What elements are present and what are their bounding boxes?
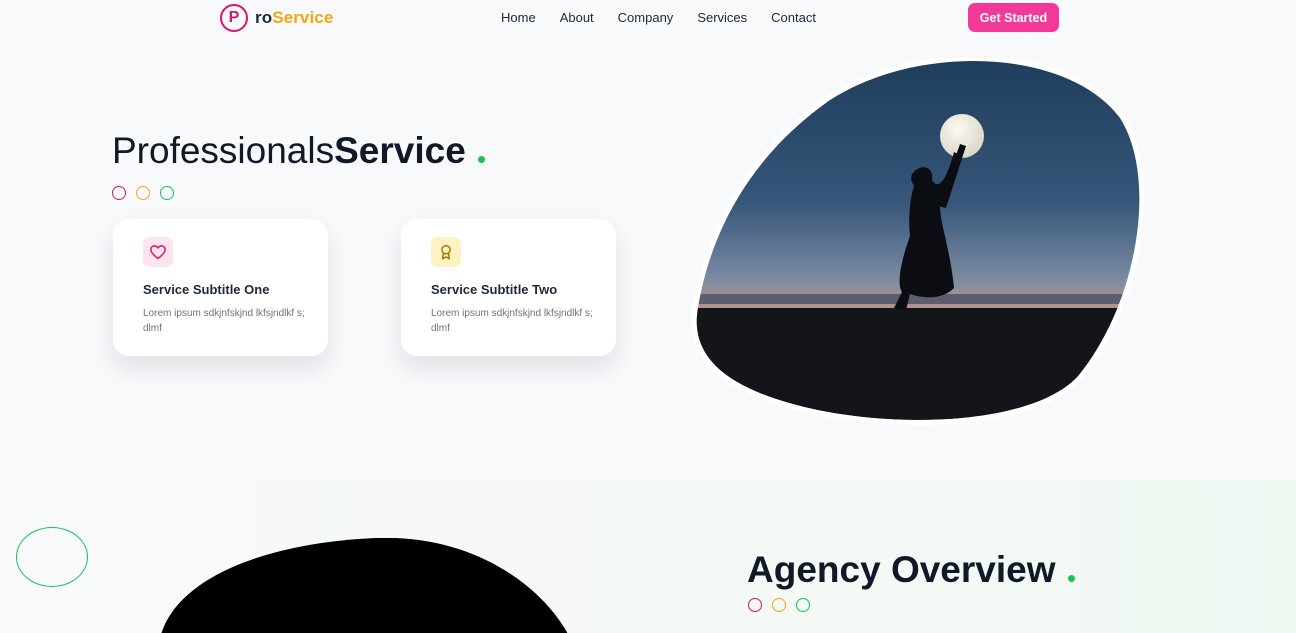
- nav-link-services[interactable]: Services: [697, 10, 747, 25]
- card-description: Lorem ipsum sdkjnfskjnd lkfsjndlkf s;dlm…: [431, 308, 593, 334]
- nav-link-about[interactable]: About: [560, 10, 594, 25]
- service-card-two[interactable]: Service Subtitle Two Lorem ipsum sdkjnfs…: [401, 219, 616, 356]
- heart-icon: [143, 237, 173, 267]
- overview-title-bold: Overview: [890, 549, 1056, 590]
- ring-green: [160, 186, 174, 200]
- nav-link-contact[interactable]: Contact: [771, 10, 816, 25]
- title-dot-accent: [477, 156, 485, 163]
- overview-title-light: Agency: [747, 549, 891, 590]
- ring-green: [796, 598, 810, 612]
- ring-pink: [748, 598, 762, 612]
- brand-logo[interactable]: P roService: [220, 4, 333, 32]
- decorative-outline-shape: [16, 527, 88, 587]
- ring-orange: [772, 598, 786, 612]
- hero-title-light: Professionals: [112, 130, 335, 171]
- title-dot-accent: [1067, 575, 1075, 582]
- card-title: Service Subtitle Two: [431, 282, 558, 297]
- nav-link-company[interactable]: Company: [618, 10, 674, 25]
- hero-title-bold: Service: [334, 130, 466, 171]
- card-title: Service Subtitle One: [143, 282, 270, 297]
- hero-photo: [691, 58, 1145, 425]
- logo-mark: P: [220, 4, 248, 32]
- overview-image-blob: [161, 538, 568, 633]
- overview-title: Agency Overview: [747, 549, 1075, 591]
- card-description: Lorem ipsum sdkjnfskjnd lkfsjndlkf s;dlm…: [143, 308, 305, 334]
- logo-text-prefix: ro: [255, 8, 273, 27]
- logo-text: roService: [255, 8, 333, 28]
- decorative-rings: [112, 186, 184, 200]
- service-card-one[interactable]: Service Subtitle One Lorem ipsum sdkjnfs…: [113, 219, 328, 356]
- get-started-button[interactable]: Get Started: [968, 3, 1059, 32]
- nav-link-home[interactable]: Home: [501, 10, 536, 25]
- hero-title: ProfessionalsService: [112, 130, 485, 172]
- logo-text-suffix: Service: [272, 8, 334, 27]
- main-nav: Home About Company Services Contact: [501, 10, 840, 25]
- ring-pink: [112, 186, 126, 200]
- award-icon: [431, 237, 461, 267]
- decorative-rings: [748, 598, 820, 612]
- ring-orange: [136, 186, 150, 200]
